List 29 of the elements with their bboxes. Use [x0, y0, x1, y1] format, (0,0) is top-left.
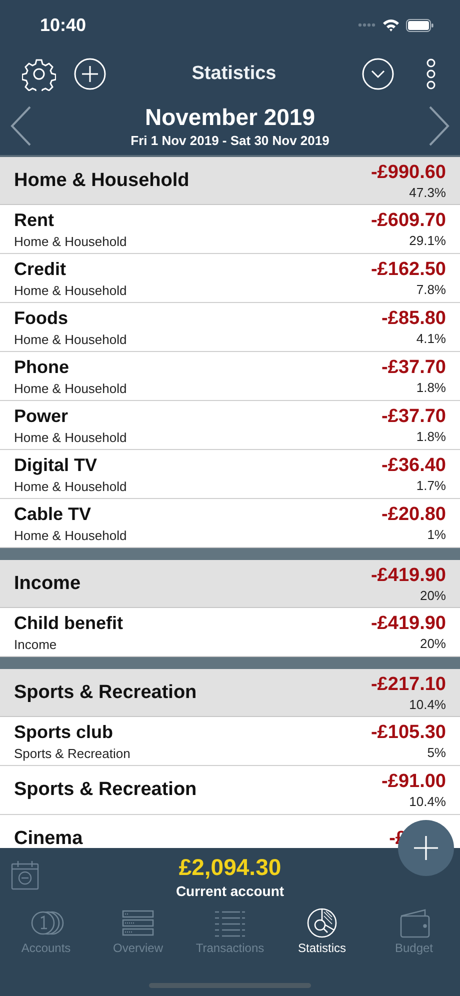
category-row[interactable]: Foods Home & Household -£85.80 4.1% — [0, 303, 460, 352]
signal-icon — [358, 23, 376, 27]
category-row[interactable]: Rent Home & Household -£609.70 29.1% — [0, 205, 460, 254]
category-row[interactable]: Sports & Recreation -£91.00 10.4% — [0, 766, 460, 815]
account-name: Current account — [176, 883, 284, 899]
settings-icon[interactable] — [22, 57, 56, 91]
category-header[interactable]: Home & Household -£990.60 47.3% — [0, 157, 460, 205]
category-row[interactable]: Power Home & Household -£37.70 1.8% — [0, 401, 460, 450]
more-icon[interactable] — [424, 58, 438, 90]
category-row[interactable]: Digital TV Home & Household -£36.40 1.7% — [0, 450, 460, 499]
category-row[interactable]: Credit Home & Household -£162.50 7.8% — [0, 254, 460, 303]
screen-title: Statistics — [190, 63, 278, 85]
chevron-down-icon[interactable] — [362, 58, 394, 90]
add-icon[interactable] — [74, 58, 106, 90]
tab[interactable]: Statistics — [276, 907, 368, 955]
battery-icon — [406, 18, 434, 32]
previous-icon[interactable] — [10, 106, 32, 146]
category-header[interactable]: Income -£419.90 20% — [0, 560, 460, 608]
category-row[interactable]: Sports club Sports & Recreation -£105.30 5% — [0, 717, 460, 766]
status-time: 10:40 — [40, 14, 86, 36]
period-title: November 2019 — [144, 104, 316, 130]
category-header[interactable]: Sports & Recreation -£217.10 10.4% — [0, 669, 460, 717]
wifi-icon — [382, 18, 400, 32]
period-range: Fri 1 Nov 2019 - Sat 30 Nov 2019 — [130, 132, 330, 148]
balance-amount: £2,094.30 — [178, 854, 282, 881]
category-row[interactable]: Phone Home & Household -£37.70 1.8% — [0, 352, 460, 401]
next-icon[interactable] — [428, 106, 450, 146]
calendar-icon[interactable] — [11, 860, 39, 890]
plus-icon — [413, 835, 439, 861]
